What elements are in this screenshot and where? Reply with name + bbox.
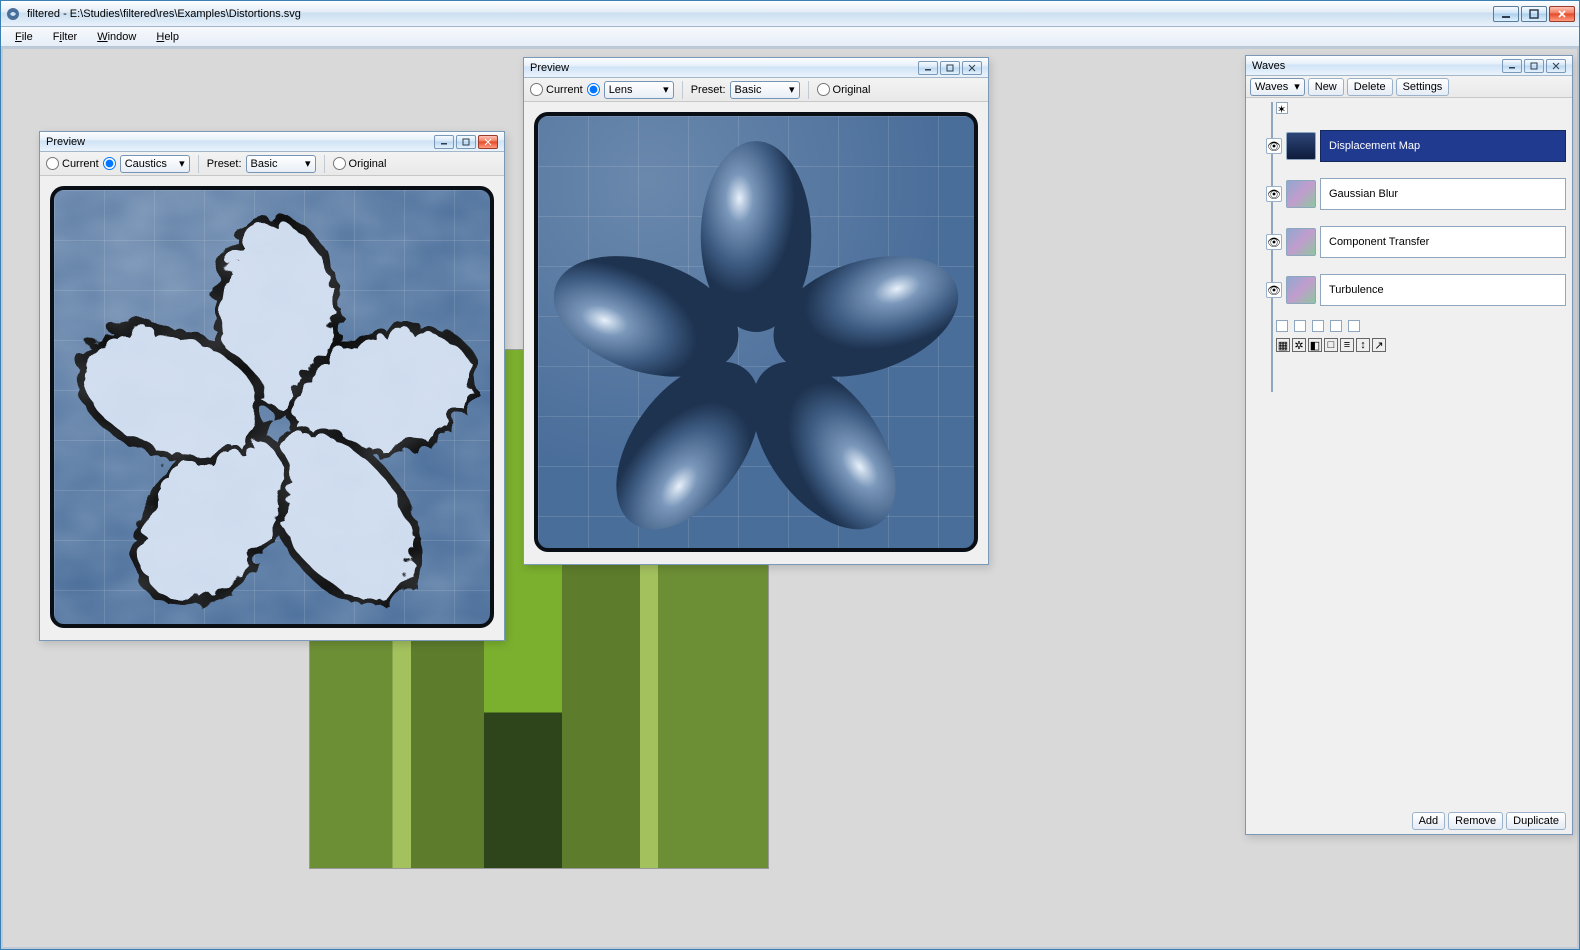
duplicate-button[interactable]: Duplicate [1506,812,1566,830]
radio-mode[interactable] [103,157,116,170]
minimize-button[interactable] [1493,6,1519,22]
close-icon[interactable] [1546,59,1566,73]
minimize-icon[interactable] [918,61,938,75]
radio-mode[interactable] [587,83,600,96]
preview-title: Preview [46,136,434,148]
menu-file[interactable]: File [7,29,41,45]
preview-titlebar[interactable]: Preview [40,132,504,152]
chevron-down-icon: ▾ [305,157,311,170]
chevron-down-icon: ▾ [179,157,185,170]
maximize-icon[interactable] [456,135,476,149]
preset-label: Preset: [207,158,242,170]
graph-port-icon[interactable] [1312,320,1324,332]
node-thumbnail [1286,180,1316,208]
maximize-icon[interactable] [940,61,960,75]
add-button[interactable]: Add [1412,812,1446,830]
close-icon[interactable] [478,135,498,149]
radio-original[interactable]: Original [817,83,871,96]
main-window: filtered - E:\Studies\filtered\res\Examp… [0,0,1580,950]
node-turbulence[interactable]: 👁 Turbulence [1266,272,1566,308]
mode-combo[interactable]: Lens▾ [604,81,674,99]
visibility-toggle-icon[interactable]: 👁 [1266,282,1282,298]
minimize-icon[interactable] [434,135,454,149]
settings-button[interactable]: Settings [1396,78,1450,96]
tool-icon[interactable]: □ [1324,338,1338,352]
graph-port-icon[interactable] [1294,320,1306,332]
node-label: Turbulence [1320,274,1566,306]
node-thumbnail [1286,276,1316,304]
delete-button[interactable]: Delete [1347,78,1393,96]
menubar: File Filter Window Help [1,27,1579,47]
preview-canvas [524,102,988,562]
minimize-icon[interactable] [1502,59,1522,73]
tool-icon[interactable]: ↗ [1372,338,1386,352]
graph-port-icon[interactable]: ✶ [1276,102,1288,114]
radio-current[interactable]: Current [530,83,583,96]
graph-port-icon[interactable] [1276,320,1288,332]
waves-panel[interactable]: Waves Waves▾ New Delete Settings ✶ 👁 [1245,55,1573,835]
mode-combo[interactable]: Caustics▾ [120,155,190,173]
chevron-down-icon: ▾ [1294,80,1300,93]
waves-titlebar[interactable]: Waves [1246,56,1572,76]
graph-port-icon[interactable] [1330,320,1342,332]
tool-icon[interactable]: ↕ [1356,338,1370,352]
preset-combo[interactable]: Basic▾ [730,81,800,99]
preview-canvas [40,176,504,638]
preset-combo[interactable]: Basic▾ [246,155,316,173]
maximize-button[interactable] [1521,6,1547,22]
filter-preview-caustics [50,186,494,628]
waves-toolbar: Waves▾ New Delete Settings [1246,76,1572,98]
graph-toolbar: ▦ ✲ ◧ □ ≡ ↕ ↗ [1276,338,1566,352]
maximize-icon[interactable] [1524,59,1544,73]
node-thumbnail [1286,228,1316,256]
waves-dropdown[interactable]: Waves▾ [1250,78,1305,96]
node-label: Component Transfer [1320,226,1566,258]
node-displacement-map[interactable]: 👁 Displacement Map [1266,128,1566,164]
close-icon[interactable] [962,61,982,75]
preset-label: Preset: [691,84,726,96]
remove-button[interactable]: Remove [1448,812,1503,830]
node-gaussian-blur[interactable]: 👁 Gaussian Blur [1266,176,1566,212]
preview-window-caustics[interactable]: Preview Current Caustics▾ Preset: Basic▾… [39,131,505,641]
close-button[interactable] [1549,6,1575,22]
graph-port-icon[interactable] [1348,320,1360,332]
node-thumbnail [1286,132,1316,160]
menu-filter[interactable]: Filter [45,29,85,45]
node-label: Gaussian Blur [1320,178,1566,210]
visibility-toggle-icon[interactable]: 👁 [1266,234,1282,250]
node-component-transfer[interactable]: 👁 Component Transfer [1266,224,1566,260]
waves-footer: Add Remove Duplicate [1412,812,1566,830]
preview-toolbar: Current Caustics▾ Preset: Basic▾ Origina… [40,152,504,176]
menu-window[interactable]: Window [89,29,144,45]
preview-titlebar[interactable]: Preview [524,58,988,78]
node-graph: ✶ 👁 Displacement Map 👁 Gaussian Blur 👁 C… [1246,98,1572,356]
node-label: Displacement Map [1320,130,1566,162]
preview-title: Preview [530,62,918,74]
radio-current[interactable]: Current [46,157,99,170]
tool-icon[interactable]: ◧ [1308,338,1322,352]
filter-preview-lens [534,112,978,552]
menu-help[interactable]: Help [148,29,187,45]
preview-toolbar: Current Lens▾ Preset: Basic▾ Original [524,78,988,102]
main-titlebar[interactable]: filtered - E:\Studies\filtered\res\Examp… [1,1,1579,27]
workspace: Preview Current Lens▾ Preset: Basic▾ Ori… [1,47,1579,949]
visibility-toggle-icon[interactable]: 👁 [1266,138,1282,154]
new-button[interactable]: New [1308,78,1344,96]
visibility-toggle-icon[interactable]: 👁 [1266,186,1282,202]
preview-window-lens[interactable]: Preview Current Lens▾ Preset: Basic▾ Ori… [523,57,989,565]
tool-icon[interactable]: ▦ [1276,338,1290,352]
chevron-down-icon: ▾ [789,83,795,96]
tool-icon[interactable]: ≡ [1340,338,1354,352]
app-icon [5,6,21,22]
tool-icon[interactable]: ✲ [1292,338,1306,352]
window-title: filtered - E:\Studies\filtered\res\Examp… [27,8,1493,20]
waves-title: Waves [1252,60,1502,72]
chevron-down-icon: ▾ [663,83,669,96]
radio-original[interactable]: Original [333,157,387,170]
